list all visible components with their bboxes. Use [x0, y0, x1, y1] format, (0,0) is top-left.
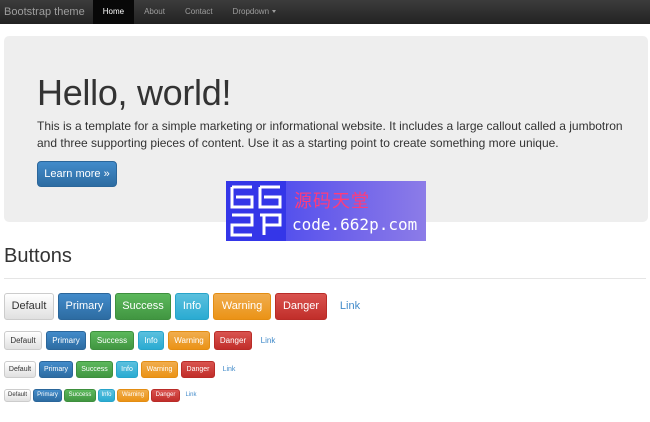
- jumbotron-text: This is a template for a simple marketin…: [37, 119, 623, 150]
- warning-button[interactable]: Warning: [117, 389, 149, 402]
- watermark-logo-icon: [226, 181, 286, 241]
- button-row-medium: Default Primary Success Info Warning Dan…: [4, 331, 284, 350]
- learn-more-button[interactable]: Learn more »: [37, 161, 117, 187]
- nav-item-home[interactable]: Home: [92, 0, 135, 24]
- warning-button[interactable]: Warning: [168, 331, 210, 350]
- nav-item-about[interactable]: About: [134, 0, 175, 24]
- link-button[interactable]: Link: [218, 361, 240, 378]
- navbar-brand[interactable]: Bootstrap theme: [0, 6, 93, 18]
- primary-button[interactable]: Primary: [33, 389, 62, 402]
- info-button[interactable]: Info: [175, 293, 209, 320]
- warning-button[interactable]: Warning: [141, 361, 178, 378]
- buttons-heading: Buttons: [4, 245, 72, 267]
- button-row-extra-small: Default Primary Success Info Warning Dan…: [4, 389, 202, 402]
- button-row-large: Default Primary Success Info Warning Dan…: [4, 293, 373, 320]
- caret-down-icon: [272, 10, 277, 14]
- jumbotron-title: Hello, world!: [37, 72, 232, 113]
- danger-button[interactable]: Danger: [275, 293, 327, 320]
- info-button[interactable]: Info: [98, 389, 115, 402]
- watermark-banner: 源码天堂 code.662p.com: [226, 181, 426, 241]
- info-button[interactable]: Info: [138, 331, 164, 350]
- danger-button[interactable]: Danger: [181, 361, 215, 378]
- default-button[interactable]: Default: [4, 361, 36, 378]
- divider: [4, 278, 646, 279]
- primary-button[interactable]: Primary: [58, 293, 111, 320]
- watermark-title: 源码天堂: [294, 191, 370, 212]
- info-button[interactable]: Info: [116, 361, 138, 378]
- success-button[interactable]: Success: [90, 331, 134, 350]
- default-button[interactable]: Default: [4, 331, 42, 350]
- link-button[interactable]: Link: [182, 389, 200, 402]
- watermark-url: code.662p.com: [292, 215, 418, 234]
- success-button[interactable]: Success: [64, 389, 96, 402]
- nav-dropdown-label: Dropdown: [232, 7, 270, 16]
- success-button[interactable]: Success: [76, 361, 113, 378]
- button-row-small: Default Primary Success Info Warning Dan…: [4, 361, 243, 378]
- danger-button[interactable]: Danger: [214, 331, 252, 350]
- nav-item-dropdown[interactable]: Dropdown: [223, 0, 286, 24]
- link-button[interactable]: Link: [256, 331, 280, 350]
- danger-button[interactable]: Danger: [151, 389, 180, 402]
- default-button[interactable]: Default: [4, 293, 54, 320]
- top-navbar: Bootstrap theme Home About Contact Dropd…: [0, 0, 650, 24]
- primary-button[interactable]: Primary: [39, 361, 73, 378]
- primary-button[interactable]: Primary: [46, 331, 86, 350]
- default-button[interactable]: Default: [4, 389, 31, 402]
- link-button[interactable]: Link: [331, 293, 369, 320]
- warning-button[interactable]: Warning: [213, 293, 271, 320]
- nav-item-contact[interactable]: Contact: [175, 0, 223, 24]
- success-button[interactable]: Success: [115, 293, 171, 320]
